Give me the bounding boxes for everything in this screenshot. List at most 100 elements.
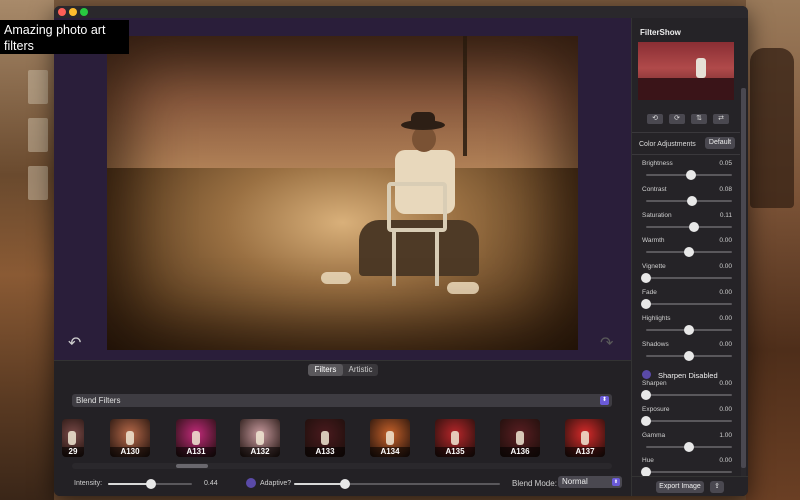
adjustment-value: 0.00 [719,237,732,245]
adjustment-slider[interactable] [646,195,732,206]
minimize-window-button[interactable] [69,8,77,16]
tab-artistic[interactable]: Artistic [343,364,378,376]
adjustment-warmth: Warmth 0.00 [642,237,732,261]
adjustment-slider-knob[interactable] [687,195,698,206]
thumbnail-scrollbar[interactable] [72,463,612,469]
filter-thumbnail[interactable]: A131 [176,419,216,457]
share-icon[interactable]: ⇪ [710,481,724,493]
filter-thumbnail[interactable]: A135 [435,419,475,457]
adjustment-slider[interactable] [641,390,732,400]
filter-tabs: Filters Artistic [308,364,378,376]
adaptive-slider-knob[interactable] [340,479,350,489]
rotate-left-icon[interactable]: ⟲ [647,114,663,124]
adjustment-slider-knob[interactable] [688,221,699,232]
intensity-slider-knob[interactable] [146,479,156,489]
adjustment-saturation: Saturation 0.11 [642,212,732,236]
adaptive-slider[interactable] [294,479,500,489]
adjustment-gamma: Gamma 1.00 [642,432,732,456]
undo-icon[interactable]: ↶ [68,336,84,352]
adjustment-exposure: Exposure 0.00 [641,405,732,430]
adjustment-slider[interactable] [646,350,732,361]
adjustment-slider[interactable] [646,247,732,258]
app-window: ↶ ↷ Filters Artistic Blend Filters ⬍ 29 A… [54,6,748,496]
adjustment-slider[interactable] [646,221,732,232]
blend-mode-label: Blend Mode: [512,479,557,488]
adjustment-slider[interactable] [641,299,732,309]
adjustment-slider-knob[interactable] [641,273,651,284]
close-window-button[interactable] [58,8,66,16]
adjustment-label: Sharpen [642,380,667,387]
adjustment-slider-knob[interactable] [684,324,694,335]
adjustment-slider-knob[interactable] [684,350,694,361]
background-detail [750,48,794,208]
default-button[interactable]: Default [705,137,735,149]
adjustment-slider-knob[interactable] [641,390,651,400]
filter-thumbnail[interactable]: A133 [305,419,345,457]
filter-category-select[interactable]: Blend Filters ⬍ [72,394,612,407]
adjustment-slider[interactable] [646,441,732,452]
adjustment-slider[interactable] [641,467,732,478]
filter-thumbnail[interactable]: A130 [110,419,150,457]
tab-filters[interactable]: Filters [308,364,343,376]
adjustment-label: Shadows [642,340,669,348]
adjustment-slider-knob[interactable] [641,415,651,426]
thumbnail-figure [256,431,264,445]
adjustment-contrast: Contrast 0.08 [642,186,732,210]
sharpen-toggle-label: Sharpen Disabled [658,371,718,380]
adjustment-label: Hue [642,457,654,465]
adjustment-slider[interactable] [646,324,732,335]
background-detail [28,118,48,152]
adjustment-slider-knob[interactable] [686,170,697,180]
adaptive-checkbox[interactable] [246,478,256,488]
background-detail [28,70,48,104]
rotate-right-icon[interactable]: ⟳ [669,114,685,124]
intensity-slider[interactable] [108,479,192,489]
blend-mode-select[interactable]: Normal ⬍ [558,476,622,488]
adjustment-value: 0.00 [719,457,732,465]
adjustment-slider[interactable] [641,273,732,284]
thumbnail-figure [451,431,459,445]
adjustments-sidebar: FilterShow ⟲ ⟳ ⇅ ⇄ Color Adjustments Def… [631,18,748,496]
filter-thumbnail[interactable]: A132 [240,419,280,457]
filter-thumbnail[interactable]: A134 [370,419,410,457]
adjustment-slider-knob[interactable] [641,299,651,309]
adjustment-label: Vignette [642,263,666,271]
adjustment-value: 0.00 [719,263,732,271]
adjustment-label: Exposure [642,405,670,413]
thumbnail-figure [581,431,589,445]
filter-thumbnail-label: A137 [565,447,605,457]
adjustment-fade: Fade 0.00 [641,289,732,313]
filter-category-label: Blend Filters [76,396,121,405]
adjustment-value: 0.00 [719,289,732,296]
zoom-window-button[interactable] [80,8,88,16]
filter-thumbnail[interactable]: A136 [500,419,540,457]
export-image-button[interactable]: Export Image [656,481,704,493]
adjustment-label: Fade [642,289,657,296]
adjustment-slider-knob[interactable] [684,247,694,258]
divider [632,132,740,133]
scrollbar-knob[interactable] [176,464,208,468]
desktop-background-left [0,0,54,500]
filter-thumbnail-label: A130 [110,447,150,457]
adjustment-value: 0.00 [719,380,732,387]
flip-vertical-icon[interactable]: ⇅ [691,114,707,124]
filter-thumbnail-label: A131 [176,447,216,457]
redo-icon[interactable]: ↷ [600,336,616,352]
filter-thumbnail-label: A133 [305,447,345,457]
intensity-label: Intensity: [74,480,103,487]
chevron-updown-icon: ⬍ [612,478,620,486]
blend-controls: Intensity: 0.44 Adaptive? Blend Mode: No… [54,474,631,494]
adjustment-sharpen: Sharpen 0.00 [641,380,732,404]
adjustment-brightness: Brightness 0.05 [642,160,732,184]
adjustment-slider[interactable] [641,415,732,426]
adjustment-slider-knob[interactable] [684,441,694,452]
adjustment-value: 0.00 [719,340,732,348]
sidebar-scrollbar[interactable] [741,88,746,488]
filter-thumbnail[interactable]: 29 [62,419,84,457]
adjustment-value: 0.00 [719,405,732,413]
adjustment-slider[interactable] [646,170,732,180]
filter-thumbnail[interactable]: A137 [565,419,605,457]
flip-horizontal-icon[interactable]: ⇄ [713,114,729,124]
adjustment-highlights: Highlights 0.00 [642,315,732,339]
scrollbar-knob[interactable] [741,88,746,468]
